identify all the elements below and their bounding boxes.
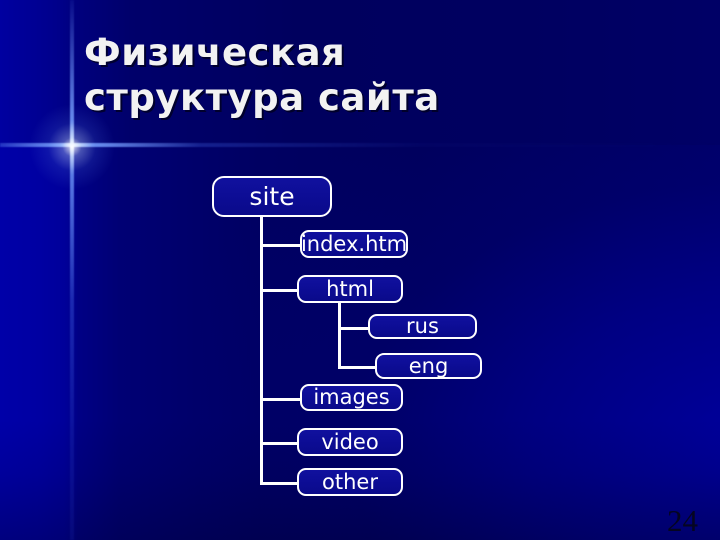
tree-node-site[interactable]: site <box>212 176 332 217</box>
tree-node-label: rus <box>406 314 439 338</box>
tree-node-rus[interactable]: rus <box>368 314 477 339</box>
tree-node-eng[interactable]: eng <box>375 353 482 379</box>
tree-node-video[interactable]: video <box>297 428 403 456</box>
tree-node-index[interactable]: index.htm <box>300 230 408 258</box>
tree-node-other[interactable]: other <box>297 468 403 496</box>
tree-node-label: other <box>322 469 378 494</box>
tree-node-html[interactable]: html <box>297 275 403 303</box>
decorative-vertical-ray <box>70 0 74 540</box>
slide-page-number: 24 <box>667 503 698 538</box>
slide-canvas: Физическая структура сайта site index.htm… <box>0 0 720 540</box>
tree-node-label: eng <box>408 353 449 378</box>
tree-node-label: index.htm <box>300 231 408 256</box>
tree-node-label: site <box>249 182 295 211</box>
tree-node-label: video <box>321 429 379 454</box>
tree-node-label: images <box>313 385 390 409</box>
slide-title: Физическая структура сайта <box>84 31 440 120</box>
tree-node-images[interactable]: images <box>300 384 403 411</box>
tree-node-label: html <box>326 276 374 301</box>
